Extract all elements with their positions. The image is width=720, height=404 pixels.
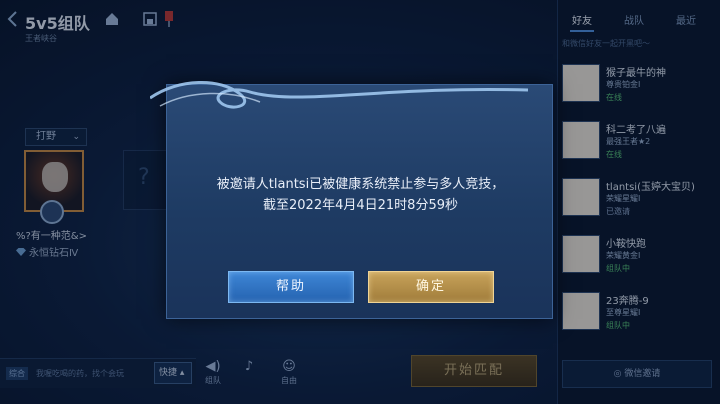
help-button[interactable]: 帮助 [228,271,354,303]
cloud-swirl-decoration [150,80,529,109]
dialog-message-line1: 被邀请人tlantsi已被健康系统禁止参与多人竞技， [216,177,505,192]
dialog-message-line2: 截至2022年4月4日21时8分59秒 [263,198,458,213]
confirm-button[interactable]: 确定 [368,271,494,303]
dialog-message: 被邀请人tlantsi已被健康系统禁止参与多人竞技， 截至2022年4月4日21… [167,174,554,216]
